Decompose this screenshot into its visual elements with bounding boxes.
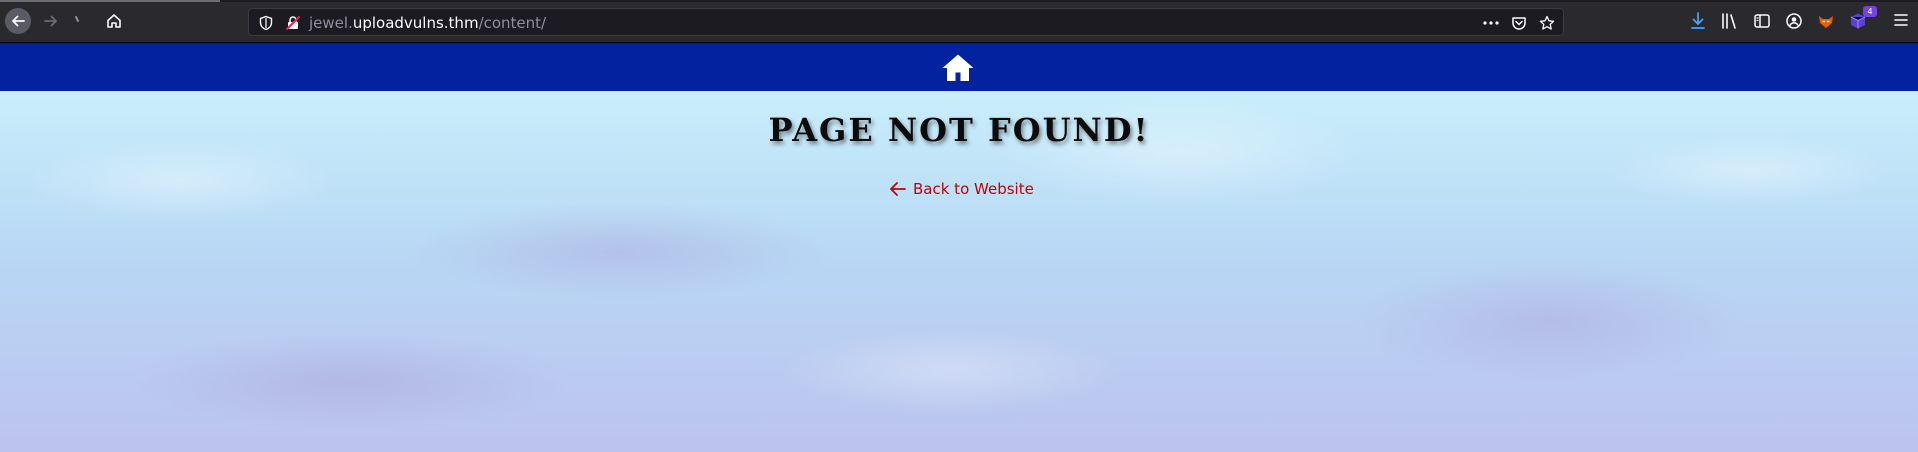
- library-icon[interactable]: [1721, 12, 1739, 30]
- tab-strip: [220, 0, 1918, 2]
- reload-button[interactable]: [66, 8, 92, 34]
- lock-slash-icon[interactable]: [285, 15, 301, 31]
- account-icon[interactable]: [1785, 12, 1803, 30]
- arrow-right-icon: [44, 15, 57, 27]
- star-icon[interactable]: [1539, 15, 1555, 31]
- url-subdomain: jewel.: [309, 14, 353, 32]
- ellipsis-icon[interactable]: [1483, 20, 1499, 26]
- home-icon: [107, 14, 121, 28]
- page-title: Page Not Found!: [768, 111, 1150, 149]
- pocket-icon[interactable]: [1511, 15, 1527, 31]
- back-link-label: Back to Website: [913, 180, 1034, 198]
- back-to-website-link[interactable]: Back to Website: [889, 180, 1034, 198]
- extension-badge: 4: [1863, 6, 1877, 17]
- site-navbar: [0, 44, 1918, 91]
- fox-extension-icon[interactable]: [1817, 12, 1835, 30]
- back-button[interactable]: [5, 8, 31, 34]
- url-domain: uploadvulns.thm: [352, 14, 479, 32]
- home-icon: [942, 54, 974, 81]
- arrow-left-icon: [12, 15, 25, 27]
- forward-button[interactable]: [38, 8, 64, 34]
- arrow-left-icon: [890, 182, 906, 196]
- active-tab-indicator: [0, 0, 220, 2]
- url-path: /content/: [478, 14, 547, 32]
- hamburger-menu-icon[interactable]: [1893, 12, 1909, 28]
- browser-toolbar: jewel.uploadvulns.thm/content/ 4: [0, 0, 1918, 43]
- url-bar[interactable]: jewel.uploadvulns.thm/content/: [248, 8, 1564, 36]
- page-content: Page Not Found! Back to Website: [0, 91, 1918, 452]
- shield-icon[interactable]: [259, 15, 273, 31]
- download-icon[interactable]: [1690, 12, 1706, 30]
- loading-icon: [75, 16, 79, 22]
- site-home-link[interactable]: [941, 53, 975, 87]
- sidebar-icon[interactable]: [1753, 12, 1771, 30]
- home-button[interactable]: [101, 8, 127, 34]
- url-text[interactable]: jewel.uploadvulns.thm/content/: [309, 14, 546, 32]
